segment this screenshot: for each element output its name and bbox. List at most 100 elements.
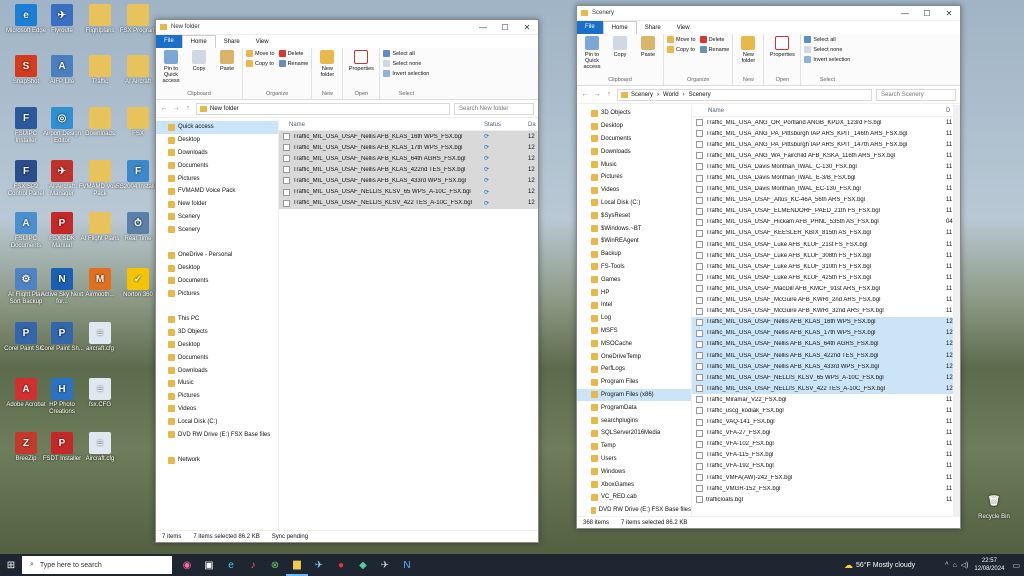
nav-item[interactable]: Program Files xyxy=(577,376,691,389)
path-segment[interactable]: Scenery xyxy=(631,92,653,98)
file-row[interactable]: Traffic_MIL_USA_Davis Monthan_IWAL_C-130… xyxy=(692,161,960,172)
select-none-button[interactable]: Select none xyxy=(804,46,850,53)
nav-item[interactable]: Downloads xyxy=(577,145,691,158)
minimize-icon[interactable]: — xyxy=(472,23,494,32)
file-row[interactable]: Traffic_MIL_USA_USAF_NELLIS_KLSV_422 TES… xyxy=(692,383,960,395)
column-status[interactable]: Status xyxy=(484,122,528,128)
tray-chevron-icon[interactable]: ^ xyxy=(945,562,948,569)
nav-item[interactable]: Music xyxy=(156,377,278,390)
file-row[interactable]: Traffic_MIL_USA_USAF_MacDill AFB_KMCF_91… xyxy=(692,283,960,294)
search-input[interactable]: Search New folder xyxy=(454,102,534,115)
nav-item[interactable]: FVMAMD Voice Pack xyxy=(156,185,278,198)
nav-item[interactable]: Users xyxy=(577,453,691,466)
tab-home[interactable]: Home xyxy=(181,35,216,48)
nav-item[interactable]: Pictures xyxy=(577,171,691,184)
title-bar[interactable]: New folder — ☐ ✕ xyxy=(156,20,538,35)
path-segment[interactable]: World xyxy=(663,92,679,98)
file-row[interactable]: Traffic_VMFA(AW)-242_FSX.bgl 11 xyxy=(692,472,960,483)
nav-item[interactable]: Downloads xyxy=(156,147,278,160)
nav-item[interactable]: 3D Objects xyxy=(577,107,691,120)
move-to-button[interactable]: Move to xyxy=(246,50,275,57)
xbox-icon[interactable]: ⊗ xyxy=(264,554,286,576)
path-segment[interactable]: Scenery xyxy=(689,92,711,98)
nav-item[interactable]: Games xyxy=(577,273,691,286)
copy-to-button[interactable]: Copy to xyxy=(667,46,696,53)
tab-share[interactable]: Share xyxy=(637,25,669,31)
file-row[interactable]: Traffic_MIL_USA_USAF_Nellis AFB_KLAS_16t… xyxy=(692,316,960,328)
nav-item[interactable]: MSOCache xyxy=(577,337,691,350)
nav-item[interactable]: Desktop xyxy=(156,134,278,147)
rename-button[interactable]: Rename xyxy=(278,60,308,67)
task-view-icon[interactable]: ▣ xyxy=(198,554,220,576)
red-app-icon[interactable]: ● xyxy=(330,554,352,576)
desktop-icon[interactable]: ⏱ Real Time xyxy=(116,212,160,243)
desktop-icon[interactable]: FSX Program xyxy=(116,4,160,35)
nav-item[interactable]: VC_RED.cab xyxy=(577,491,691,504)
file-row[interactable]: Traffic_MIL_USA_USAF_KEESLER_KBIX_815th … xyxy=(692,228,960,239)
nav-item[interactable]: Documents xyxy=(577,133,691,146)
nav-item[interactable]: OneDriveTemp xyxy=(577,350,691,363)
file-explorer-icon[interactable]: ▆ xyxy=(286,554,308,576)
file-row[interactable]: Traffic_MIL_USA_USAF_Altus_KC-46A_56th A… xyxy=(692,195,960,206)
file-row[interactable]: Traffic_MIL_USA_ANG_WA_Fairchild AFB_KSK… xyxy=(692,150,960,161)
maximize-icon[interactable]: ☐ xyxy=(916,9,938,18)
nav-item[interactable]: $WinREAgent xyxy=(577,235,691,248)
delete-button[interactable]: Delete xyxy=(699,36,730,43)
column-name[interactable]: Name xyxy=(279,122,484,128)
file-row[interactable]: Traffic_MIL_USA_USAF_NELLIS_KLSV_422 TES… xyxy=(279,197,538,209)
nav-item[interactable]: Documents xyxy=(156,351,278,364)
file-row[interactable]: Traffic_MIL_USA_USAF_Nellis AFB_KLAS_422… xyxy=(279,164,538,176)
desktop-icon[interactable]: AI Aircraft xyxy=(116,55,160,86)
nav-item[interactable]: MSFS xyxy=(577,325,691,338)
nav-item[interactable]: Desktop xyxy=(577,120,691,133)
file-row[interactable]: Traffic_MIL_USA_USAF_Nellis AFB_KLAS_433… xyxy=(692,361,960,373)
file-row[interactable]: Traffic_MIL_USA_USAF_Hickam AFB_PHNL_535… xyxy=(692,217,960,228)
desktop-icon[interactable]: ≡ aircraft.cfg xyxy=(78,322,122,353)
nav-item[interactable]: Pictures xyxy=(156,172,278,185)
nav-item[interactable]: Pictures xyxy=(156,287,278,300)
file-row[interactable]: Traffic_VFA-102_FSX.bgl 11 xyxy=(692,439,960,450)
nav-item[interactable]: Network xyxy=(156,454,278,467)
network-icon[interactable]: ⌂ xyxy=(952,562,956,569)
column-name[interactable]: Name xyxy=(692,108,946,114)
file-row[interactable]: Traffic_MIL_USA_USAF_Nellis AFB_KLAS_64t… xyxy=(279,153,538,165)
nav-item[interactable]: Downloads xyxy=(156,364,278,377)
nav-item[interactable]: 3D Objects xyxy=(156,326,278,339)
nav-item[interactable]: Log xyxy=(577,312,691,325)
nav-item[interactable]: This PC xyxy=(156,313,278,326)
nav-item[interactable]: Videos xyxy=(156,403,278,416)
file-row[interactable]: Traffic_MIL_USA_USAF_Luke AFB_KLUF_21st … xyxy=(692,239,960,250)
nav-item[interactable]: Desktop xyxy=(156,262,278,275)
new-folder-button[interactable]: New folder xyxy=(736,36,760,64)
move-to-button[interactable]: Move to xyxy=(667,36,696,43)
file-row[interactable]: Traffic_MIL_USA_ANG_PA_Pittsburgh IAP AR… xyxy=(692,139,960,150)
file-row[interactable]: Traffic_MIL_USA_USAF_Nellis AFB_KLAS_17t… xyxy=(692,327,960,339)
maximize-icon[interactable]: ☐ xyxy=(494,23,516,32)
select-none-button[interactable]: Select none xyxy=(383,60,429,67)
tab-view[interactable]: View xyxy=(669,25,698,31)
nav-item[interactable]: searchplugins xyxy=(577,414,691,427)
nav-item[interactable]: Scenery xyxy=(156,211,278,224)
file-row[interactable]: Traffic_MIL_USA_Davis Monthan_IWAL_E-3/B… xyxy=(692,172,960,183)
file-row[interactable]: Traffic_MIL_USA_USAF_Nellis AFB_KLAS_64t… xyxy=(692,338,960,350)
delete-button[interactable]: Delete xyxy=(278,50,309,57)
volume-icon[interactable]: ◁) xyxy=(961,561,969,569)
nav-item[interactable]: Music xyxy=(577,158,691,171)
copy-button[interactable]: Copy xyxy=(187,50,211,72)
file-row[interactable]: Traffic_VMGR-152_FSX.bgl 11 xyxy=(692,483,960,494)
nav-item[interactable]: Temp xyxy=(577,440,691,453)
desktop-icon[interactable]: ≡ fsx.CFG xyxy=(78,378,122,409)
nav-item[interactable]: SQLServer2016Media xyxy=(577,427,691,440)
nav-item[interactable]: Program Files (x86) xyxy=(577,388,691,402)
file-row[interactable]: Traffic_VAQ-141_FSX.bgl 11 xyxy=(692,417,960,428)
address-path[interactable]: Scenery › World › Scenery xyxy=(617,88,872,101)
photo-app-icon[interactable]: ◆ xyxy=(352,554,374,576)
nav-item[interactable]: Intel xyxy=(577,299,691,312)
properties-button[interactable]: Properties xyxy=(767,36,797,58)
nav-item[interactable] xyxy=(156,441,278,454)
nav-item[interactable] xyxy=(156,300,278,313)
copilot-icon[interactable]: ◉ xyxy=(176,554,198,576)
nav-item[interactable]: Local Disk (C:) xyxy=(156,415,278,428)
file-row[interactable]: Traffic_MIL_USA_USAF_McGuire AFB_KWRI_32… xyxy=(692,306,960,317)
nav-item[interactable]: XboxGames xyxy=(577,478,691,491)
